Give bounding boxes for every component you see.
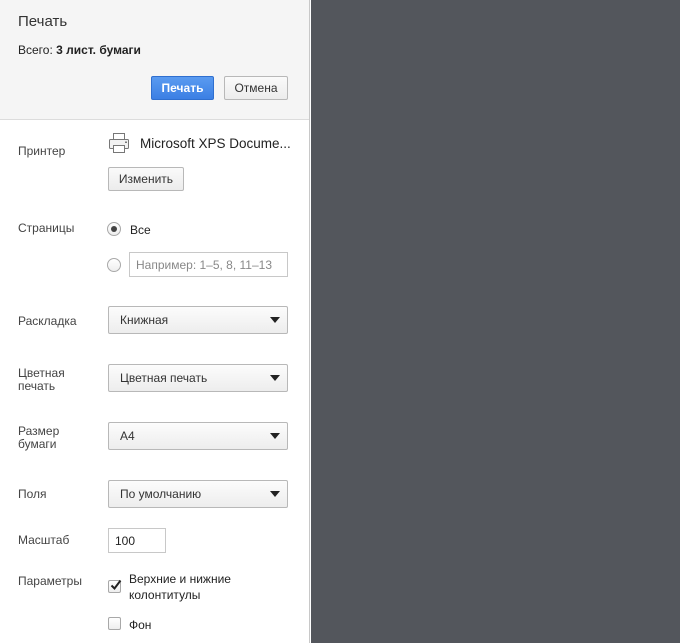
options-label: Параметры — [18, 574, 82, 588]
headers-footers-label: Верхние и нижние колонтитулы — [129, 571, 231, 603]
cancel-button[interactable]: Отмена — [224, 76, 288, 100]
layout-select[interactable]: Книжная — [108, 306, 288, 334]
print-button[interactable]: Печать — [151, 76, 214, 100]
chevron-down-icon — [270, 375, 280, 381]
summary-value: 3 лист. бумаги — [56, 43, 141, 57]
print-header: Печать Всего: 3 лист. бумаги Печать Отме… — [0, 0, 309, 120]
summary-prefix: Всего: — [18, 43, 53, 57]
change-printer-button[interactable]: Изменить — [108, 167, 184, 191]
printer-label: Принтер — [18, 144, 66, 158]
pages-label: Страницы — [18, 221, 75, 235]
headers-footers-line2: колонтитулы — [129, 588, 201, 602]
margins-label: Поля — [18, 487, 47, 501]
paper-size-select[interactable]: A4 — [108, 422, 288, 450]
scale-label: Масштаб — [18, 533, 70, 547]
paper-size-value: A4 — [120, 429, 135, 443]
printer-name: Microsoft XPS Docume... — [140, 136, 291, 151]
pages-custom-radio[interactable] — [107, 258, 121, 272]
margins-select[interactable]: По умолчанию — [108, 480, 288, 508]
color-label: Цветная печать — [18, 367, 65, 393]
sheet-summary: Всего: 3 лист. бумаги — [18, 43, 141, 57]
margins-value: По умолчанию — [120, 487, 202, 501]
dialog-title: Печать — [18, 13, 68, 30]
print-preview-area — [311, 0, 680, 643]
chevron-down-icon — [270, 491, 280, 497]
color-label-line2: печать — [18, 379, 56, 393]
chevron-down-icon — [270, 317, 280, 323]
layout-value: Книжная — [120, 313, 169, 327]
printer-icon — [109, 133, 129, 153]
pages-range-input[interactable]: Например: 1–5, 8, 11–13 — [129, 252, 288, 277]
checkmark-icon — [110, 579, 122, 591]
paper-size-label-line2: бумаги — [18, 437, 57, 451]
color-select[interactable]: Цветная печать — [108, 364, 288, 392]
pages-all-radio[interactable] — [107, 222, 121, 236]
color-value: Цветная печать — [120, 371, 208, 385]
chevron-down-icon — [270, 433, 280, 439]
background-checkbox[interactable] — [108, 617, 121, 630]
scale-input[interactable]: 100 — [108, 528, 166, 553]
background-label: Фон — [129, 618, 152, 632]
pages-all-label: Все — [130, 223, 151, 237]
headers-footers-line1: Верхние и нижние — [129, 572, 231, 586]
print-settings-panel: Печать Всего: 3 лист. бумаги Печать Отме… — [0, 0, 310, 643]
layout-label: Раскладка — [18, 314, 77, 328]
paper-size-label: Размер бумаги — [18, 425, 59, 451]
headers-footers-checkbox[interactable] — [108, 579, 122, 593]
